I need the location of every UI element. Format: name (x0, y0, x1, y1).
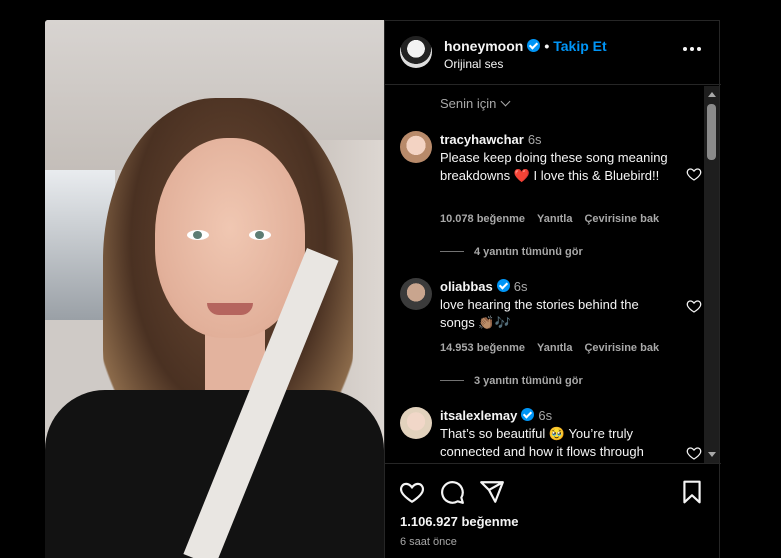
left-eye (187, 230, 209, 240)
author-username[interactable]: honeymoon (444, 38, 523, 54)
reply-button[interactable]: Yanıtla (537, 342, 572, 354)
comment-icon[interactable] (439, 479, 465, 505)
emoji: 🥹 (548, 426, 566, 441)
audio-label[interactable]: Orijinal ses (444, 57, 503, 71)
post-likes-count[interactable]: 1.106.927 beğenme (400, 514, 519, 529)
comment-time: 6s (513, 279, 528, 294)
bookmark-icon[interactable] (679, 479, 705, 505)
comment-time: 6s (527, 132, 542, 147)
comment-sort-dropdown[interactable]: Senin için (440, 96, 511, 111)
comment-like-heart-icon[interactable] (686, 445, 702, 461)
red-heart-emoji: ❤️ (513, 168, 530, 183)
author-line: honeymoon • Takip Et (444, 38, 607, 54)
scrollbar-thumb[interactable] (707, 104, 716, 160)
comment-username[interactable]: oliabbas (440, 279, 493, 294)
view-replies-button[interactable]: 3 yanıtın tümünü gör (440, 375, 583, 387)
verified-badge-icon (527, 39, 541, 52)
mouth (207, 303, 253, 315)
translate-button[interactable]: Çevirisine bak (584, 342, 659, 354)
sort-label: Senin için (440, 96, 497, 111)
comment-body: itsalexlemay 6s That’s so beautiful 🥹 You… (440, 407, 670, 461)
more-icon[interactable] (683, 45, 703, 53)
video-player[interactable] (45, 20, 384, 558)
follow-button[interactable]: Takip Et (553, 38, 606, 54)
verified-badge-icon (521, 408, 535, 421)
comment-time: 6s (538, 408, 553, 423)
post-timestamp[interactable]: 6 saat önce (400, 536, 457, 548)
comment-body: tracyhawchar 6s Please keep doing these s… (440, 131, 670, 185)
scroll-up-arrow-icon[interactable] (708, 92, 716, 97)
comments-list[interactable]: Senin için tracyhawchar 6s Please keep do… (385, 86, 721, 463)
comment-text: That’s so beautiful (440, 426, 549, 441)
comment-meta: 14.953 beğenme Yanıtla Çevirisine bak (440, 342, 671, 354)
comment-like-heart-icon[interactable] (686, 298, 702, 314)
commenter-avatar[interactable] (400, 407, 432, 439)
comment-text-end: I love this & Bluebird!! (529, 168, 660, 183)
comment-like-heart-icon[interactable] (686, 166, 702, 182)
heart-icon[interactable] (399, 479, 425, 505)
separator-dot: • (544, 38, 550, 54)
comment-text: love hearing the stories behind the song… (440, 297, 639, 330)
commenter-avatar[interactable] (400, 131, 432, 163)
verified-badge-icon (496, 279, 510, 292)
reply-button[interactable]: Yanıtla (537, 213, 572, 225)
commenter-avatar[interactable] (400, 278, 432, 310)
comment-username[interactable]: itsalexlemay (440, 408, 517, 423)
comment-meta: 10.078 beğenme Yanıtla Çevirisine bak (440, 213, 671, 225)
post-actions: 1.106.927 beğenme 6 saat önce (385, 463, 721, 558)
comments-scrollbar[interactable] (704, 86, 719, 463)
view-replies-button[interactable]: 4 yanıtın tümünü gör (440, 246, 583, 258)
post-side-panel: honeymoon • Takip Et Orijinal ses Senin iç… (384, 20, 721, 558)
emoji: 👏🏽🎶 (478, 315, 511, 330)
post-header: honeymoon • Takip Et Orijinal ses (385, 21, 721, 85)
translate-button[interactable]: Çevirisine bak (584, 213, 659, 225)
share-icon[interactable] (479, 479, 505, 505)
comment-likes[interactable]: 14.953 beğenme (440, 342, 525, 354)
comment-username[interactable]: tracyhawchar (440, 132, 524, 147)
scroll-down-arrow-icon[interactable] (708, 452, 716, 457)
comment-likes[interactable]: 10.078 beğenme (440, 213, 525, 225)
chevron-down-icon (500, 96, 511, 107)
right-eye (249, 230, 271, 240)
comment-body: oliabbas 6s love hearing the stories behi… (440, 278, 670, 332)
author-avatar[interactable] (400, 36, 432, 68)
